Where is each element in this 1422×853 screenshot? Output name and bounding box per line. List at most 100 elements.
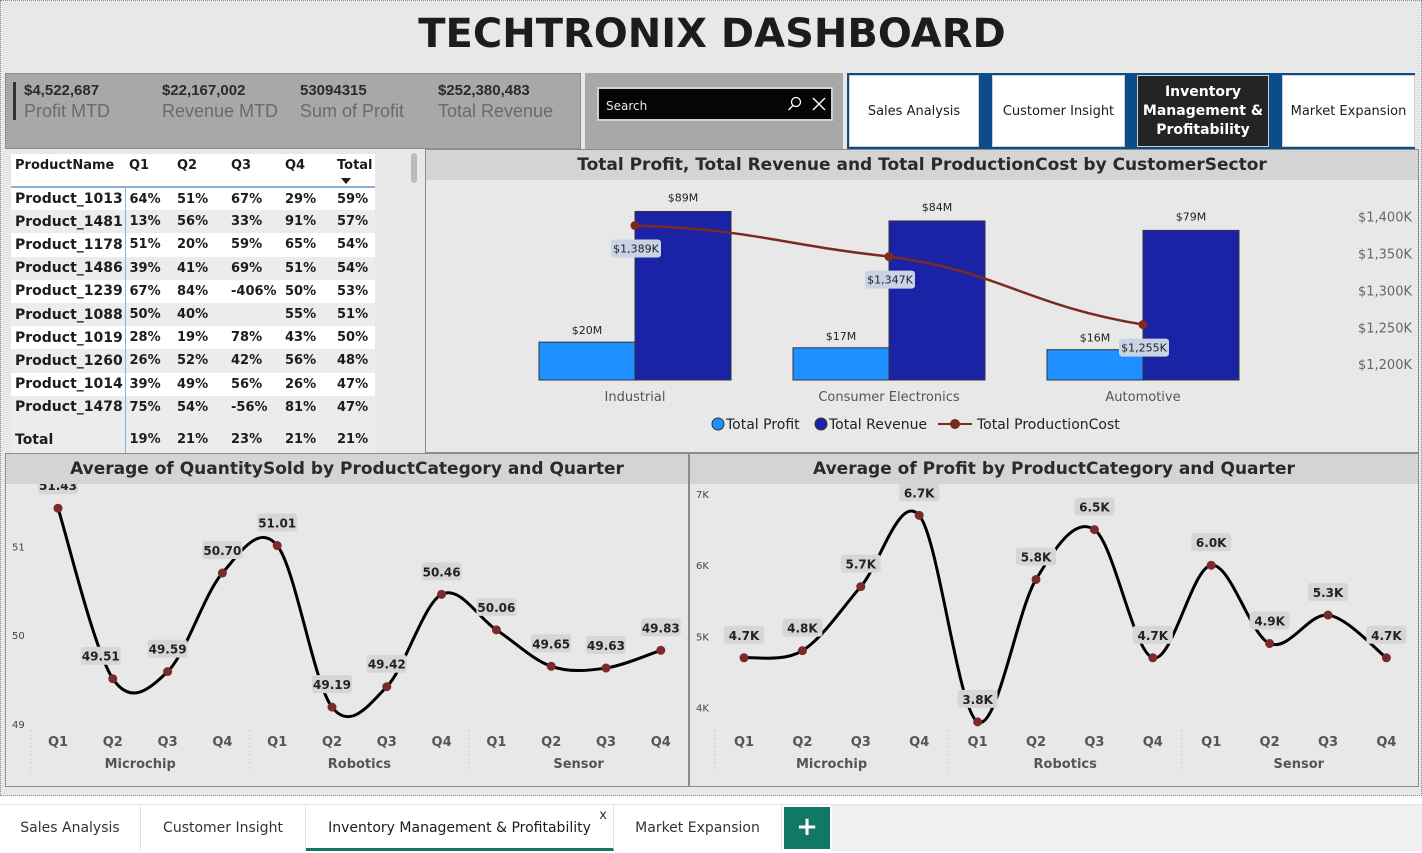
kpi-value: $22,167,002 [162, 82, 246, 99]
value-cell: 50% [333, 326, 375, 350]
tab-market-expansion[interactable]: Market Expansion [614, 805, 782, 851]
data-point [163, 667, 173, 677]
y2-tick-label: $1,200K [1358, 358, 1412, 373]
value-cell: 69% [227, 256, 281, 280]
data-label: 6.7K [904, 486, 935, 500]
nav-customer-insight-button[interactable]: Customer Insight [992, 75, 1125, 147]
report-canvas: TECHTRONIX DASHBOARD $4,522,687 Profit M… [0, 0, 1422, 796]
tab-customer-insight[interactable]: Customer Insight [141, 805, 306, 851]
quantity-line-chart: 51 50 49 51.43 Q1 49.51 Q2 49.59 Q3 50.70 Q4 51.01 Q… [12, 484, 681, 774]
value-cell: 54% [333, 256, 375, 280]
kpi-sum-of-profit: 53094315 Sum of Profit [300, 82, 404, 122]
column-header[interactable]: Q1 [125, 154, 173, 188]
x-tick-label: Q2 [792, 735, 812, 750]
data-label: 6.5K [1079, 501, 1110, 515]
data-label: 50.46 [423, 565, 461, 579]
table-row[interactable]: Product_1088 50% 40% 55% 51% [11, 302, 375, 327]
data-label: 5.7K [846, 558, 877, 572]
data-label: $89M [668, 191, 699, 204]
table-row[interactable]: Product_1014 39% 49% 56% 26% 47% [11, 372, 375, 396]
column-header[interactable]: Q2 [173, 154, 227, 188]
add-page-button[interactable]: + [784, 807, 830, 849]
sector-combo-chart: $1,400K $1,350K $1,300K $1,250K $1,200K $20M $… [538, 191, 1412, 433]
search-placeholder: Search [606, 99, 648, 113]
table-row[interactable]: Product_1178 51% 20% 59% 65% 54% [11, 233, 375, 257]
page-title: TECHTRONIX DASHBOARD [418, 11, 1006, 57]
column-header-total[interactable]: Total [333, 154, 375, 188]
x-group-label: Sensor [1274, 757, 1325, 772]
product-name-cell: Product_1088 [11, 302, 126, 327]
data-label: 6.0K [1196, 536, 1227, 550]
data-point [973, 717, 983, 727]
bar-total-revenue [634, 210, 732, 381]
value-cell: 28% [125, 326, 173, 350]
data-label: 51.43 [39, 484, 77, 493]
data-label: 49.59 [149, 643, 187, 657]
value-cell [227, 302, 281, 327]
product-name-cell: Product_1239 [11, 279, 126, 303]
table-row[interactable]: Product_1260 26% 52% 42% 56% 48% [11, 349, 375, 373]
x-tick-label: Q1 [734, 735, 754, 750]
x-group-label: Robotics [328, 757, 392, 772]
x-tick-label: Q3 [158, 735, 178, 750]
legend-label: Total ProductionCost [976, 417, 1120, 433]
legend-label: Total Profit [725, 417, 800, 433]
data-point [1206, 560, 1216, 570]
value-cell: 26% [281, 372, 333, 396]
column-header[interactable]: Q4 [281, 154, 333, 188]
matrix-scrollbar[interactable] [411, 153, 417, 183]
close-icon[interactable] [811, 96, 827, 112]
production-cost-point [1138, 320, 1148, 330]
search-input[interactable]: Search [597, 87, 833, 121]
legend-label: Total Revenue [828, 417, 927, 433]
data-label: 4.9K [1254, 615, 1285, 629]
column-header[interactable]: Q3 [227, 154, 281, 188]
value-cell: 81% [281, 395, 333, 419]
data-label: 49.65 [532, 637, 570, 651]
value-cell: 59% [333, 187, 375, 211]
value-cell: 52% [173, 349, 227, 373]
total-cell: 21% [173, 418, 227, 453]
data-point [491, 625, 501, 635]
value-cell: 41% [173, 256, 227, 280]
table-row[interactable]: Product_1019 28% 19% 78% 43% 50% [11, 326, 375, 350]
nav-sales-analysis-button[interactable]: Sales Analysis [849, 75, 979, 147]
data-label: $16M [1080, 332, 1111, 345]
table-row[interactable]: Product_1486 39% 41% 69% 51% 54% [11, 256, 375, 280]
nav-inventory-management-button[interactable]: Inventory Management & Profitability [1137, 75, 1269, 147]
value-cell: 84% [173, 279, 227, 303]
table-row[interactable]: Product_1481 13% 56% 33% 91% 57% [11, 210, 375, 234]
table-row[interactable]: Product_1239 67% 84% -406% 50% 53% [11, 279, 375, 303]
data-label: $84M [922, 201, 953, 214]
table-row[interactable]: Product_1013 64% 51% 67% 29% 59% [11, 187, 375, 211]
value-cell: 39% [125, 256, 173, 280]
y2-tick-label: $1,400K [1358, 210, 1412, 225]
product-name-cell: Product_1013 [11, 187, 126, 211]
value-cell: 67% [125, 279, 173, 303]
data-point [1148, 653, 1158, 663]
column-header[interactable]: ProductName [11, 154, 125, 188]
data-point [797, 646, 807, 656]
search-icon[interactable] [787, 96, 803, 112]
value-cell: 49% [173, 372, 227, 396]
x-tick-label: Industrial [605, 390, 666, 405]
y-tick-label: 4K [696, 704, 709, 715]
data-label: 51.01 [258, 517, 296, 531]
data-label: $20M [572, 324, 603, 337]
tab-inventory-management[interactable]: Inventory Management & Profitability x [306, 805, 614, 851]
value-cell: 51% [333, 302, 375, 327]
production-cost-point [630, 221, 640, 231]
kpi-label: Profit MTD [24, 101, 111, 121]
x-tick-label: Q1 [1201, 735, 1221, 750]
nav-market-expansion-button[interactable]: Market Expansion [1282, 75, 1415, 147]
total-cell: 21% [281, 418, 333, 453]
kpi-card-strip: $4,522,687 Profit MTD $22,167,002 Revenu… [5, 73, 581, 149]
x-tick-label: Q2 [322, 735, 342, 750]
table-row[interactable]: Product_1478 75% 54% -56% 81% 47% [11, 395, 375, 419]
data-point [656, 645, 666, 655]
tab-sales-analysis[interactable]: Sales Analysis [0, 805, 141, 851]
data-label: 49.63 [587, 639, 625, 653]
data-point [53, 503, 63, 513]
tab-close-icon[interactable]: x [599, 793, 607, 839]
total-cell: 19% [125, 418, 173, 453]
